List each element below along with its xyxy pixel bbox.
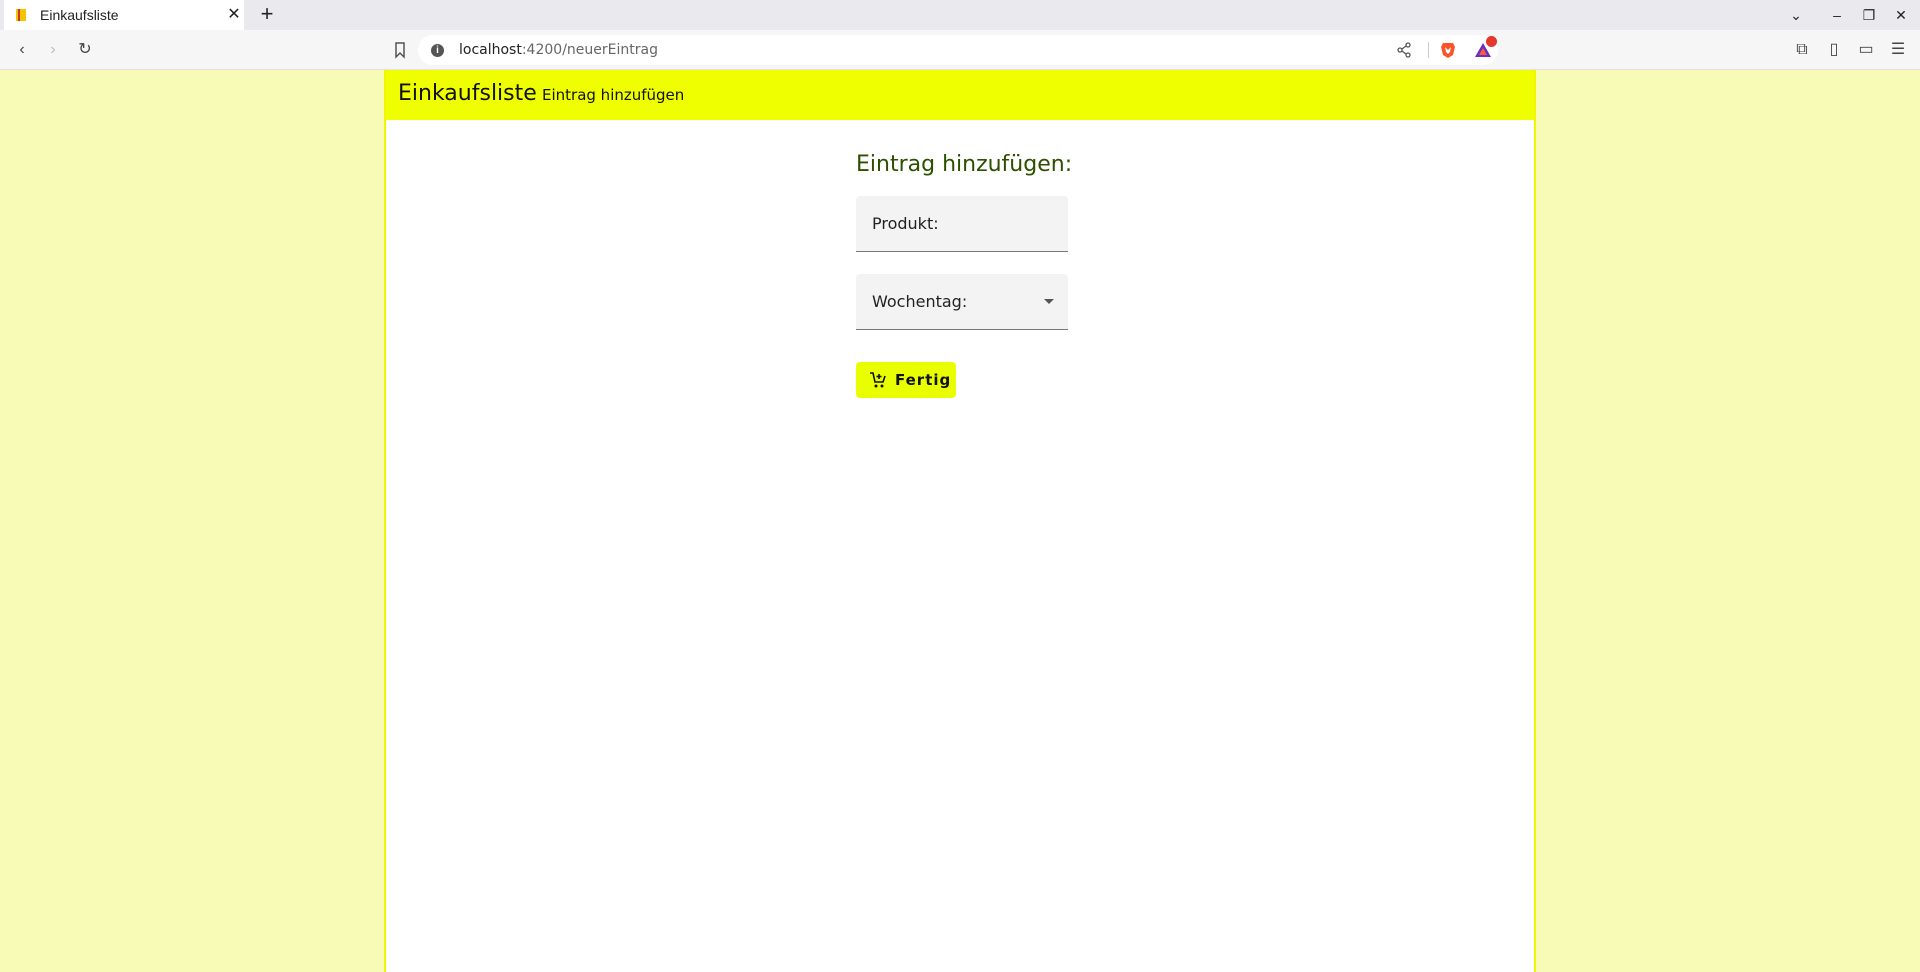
weekday-select[interactable]: Wochentag: [856,274,1068,330]
tab-title: Einkaufsliste [40,7,119,23]
weekday-label: Wochentag: [872,292,968,311]
app-title[interactable]: Einkaufsliste [398,81,537,106]
menu-icon[interactable]: ☰ [1888,40,1908,60]
tab-strip: Einkaufsliste ✕ + ⌄ – ❐ ✕ [0,0,1920,30]
notification-badge [1486,36,1497,47]
dropdown-arrow-icon [1044,299,1054,304]
minimize-icon[interactable]: – [1827,5,1847,25]
url-text[interactable]: localhost:4200/neuerEintrag [459,42,658,58]
share-icon[interactable] [1396,42,1412,58]
reload-icon[interactable]: ↻ [75,40,95,60]
brave-shields-icon[interactable] [1439,41,1457,59]
product-input[interactable] [856,196,1072,253]
back-icon[interactable]: ‹ [12,40,32,60]
address-bar[interactable]: i localhost:4200/neuerEintrag [418,35,1498,65]
url-path: :4200/neuerEintrag [521,42,658,58]
new-tab-icon[interactable]: + [256,3,278,26]
wallet-icon[interactable]: ▭ [1856,40,1876,60]
close-window-icon[interactable]: ✕ [1891,5,1911,25]
url-separator [1428,42,1429,58]
notebook-favicon-icon [16,9,26,21]
close-tab-icon[interactable]: ✕ [224,5,244,25]
app-container: Einkaufsliste Eintrag hinzufügen Eintrag… [384,70,1536,972]
page-viewport: Einkaufsliste Eintrag hinzufügen Eintrag… [0,70,1920,972]
nav-add-entry-link[interactable]: Eintrag hinzufügen [542,86,684,104]
sidebar-icon[interactable]: ▯ [1824,40,1844,60]
submit-label: Fertig [895,371,952,389]
add-shopping-cart-icon [870,372,886,388]
app-toolbar: Einkaufsliste Eintrag hinzufügen [386,70,1534,120]
browser-toolbar: ‹ › ↻ i localhost:4200/neuerEintrag ⧉ ▯ … [0,30,1920,70]
url-host: localhost [459,42,522,58]
product-field[interactable]: Produkt: [856,196,1072,253]
forward-icon[interactable]: › [43,40,63,60]
submit-button[interactable]: Fertig [856,362,956,398]
site-info-icon[interactable]: i [431,44,444,57]
page-title: Eintrag hinzufügen: [856,152,1073,177]
bookmark-icon[interactable] [390,40,410,60]
restore-icon[interactable]: ❐ [1859,5,1879,25]
tab-list-chevron-icon[interactable]: ⌄ [1786,5,1806,25]
extensions-icon[interactable]: ⧉ [1792,40,1812,60]
browser-tab[interactable]: Einkaufsliste ✕ [4,0,244,30]
